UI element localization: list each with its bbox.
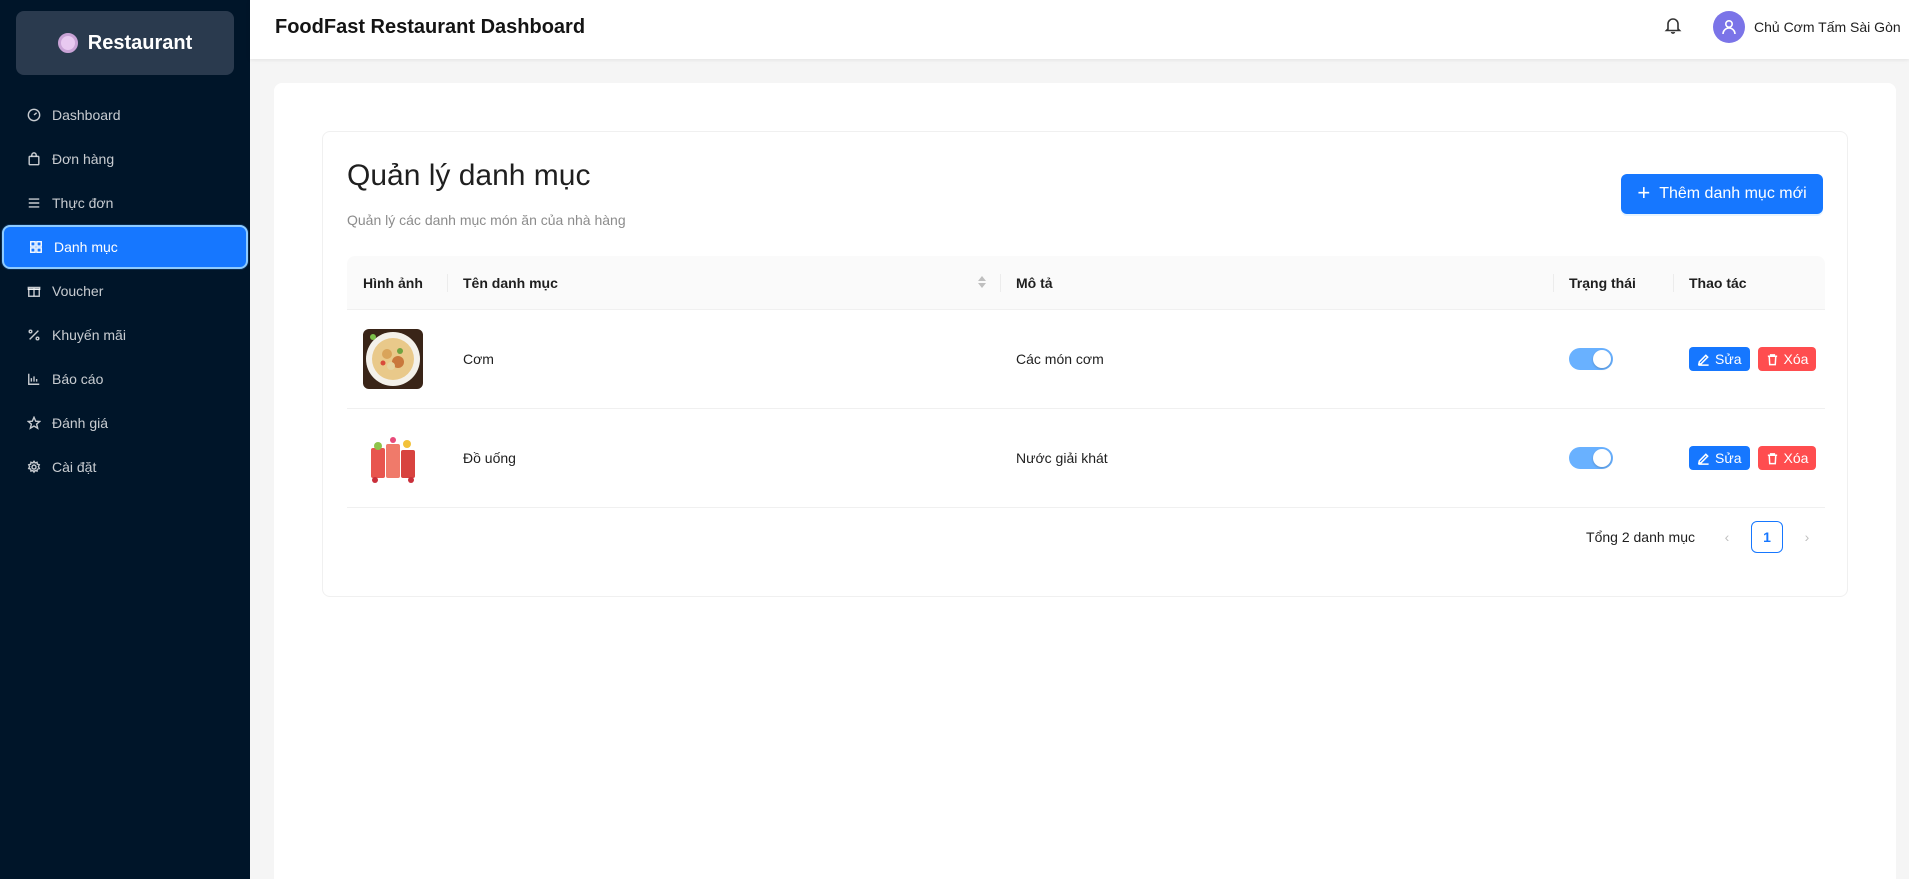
trash-icon <box>1767 353 1777 365</box>
delete-label: Xóa <box>1783 351 1809 367</box>
table-row: Cơm Các món cơm Sửa Xóa <box>347 310 1825 409</box>
top-header: FoodFast Restaurant Dashboard Chủ Cơm Tấ… <box>250 0 1909 59</box>
drinks-image <box>363 428 423 488</box>
sidebar-item-orders[interactable]: Đơn hàng <box>0 137 250 181</box>
sidebar-item-label: Dashboard <box>52 107 121 123</box>
sidebar-item-label: Danh mục <box>54 239 118 255</box>
category-table: Hình ảnh Tên danh mục Mô tả Trạng thái T… <box>347 256 1825 508</box>
plate-icon <box>57 33 78 53</box>
category-name: Cơm <box>463 351 494 367</box>
sidebar-item-label: Đơn hàng <box>52 151 115 167</box>
edit-button[interactable]: Sửa <box>1689 347 1750 371</box>
chevron-right-icon[interactable]: › <box>1791 521 1823 553</box>
brand-name: Restaurant <box>87 31 193 54</box>
table-header: Hình ảnh Tên danh mục Mô tả Trạng thái T… <box>347 256 1825 310</box>
trash-icon <box>1767 452 1777 464</box>
column-header-status: Trạng thái <box>1553 256 1673 310</box>
user-name[interactable]: Chủ Cơm Tấm Sài Gòn <box>1754 19 1901 35</box>
delete-button[interactable]: Xóa <box>1757 347 1817 371</box>
sidebar-item-voucher[interactable]: Voucher <box>0 269 250 313</box>
gear-icon <box>27 460 41 474</box>
sidebar-nav: Dashboard Đơn hàng Thực đơn Danh mục Vou… <box>0 93 250 489</box>
sidebar-item-label: Voucher <box>52 283 104 299</box>
column-header-name[interactable]: Tên danh mục <box>447 256 1000 310</box>
category-description: Các món cơm <box>1016 351 1104 367</box>
page-number[interactable]: 1 <box>1751 521 1783 553</box>
page-title: Quản lý danh mục <box>347 159 591 192</box>
rice-dish-image <box>363 329 423 389</box>
delete-button[interactable]: Xóa <box>1757 446 1817 470</box>
sidebar-item-label: Khuyến mãi <box>52 327 126 343</box>
edit-label: Sửa <box>1715 351 1742 367</box>
status-toggle[interactable] <box>1569 447 1613 469</box>
sidebar-item-reports[interactable]: Báo cáo <box>0 357 250 401</box>
star-icon <box>27 416 41 430</box>
main-content: Quản lý danh mục Quản lý các danh mục mó… <box>274 83 1896 879</box>
sidebar: Restaurant Dashboard Đơn hàng Thực đơn D… <box>0 0 250 879</box>
sidebar-item-dashboard[interactable]: Dashboard <box>0 93 250 137</box>
edit-button[interactable]: Sửa <box>1689 446 1750 470</box>
edit-label: Sửa <box>1715 450 1742 466</box>
column-header-name-label: Tên danh mục <box>463 275 558 291</box>
sidebar-item-label: Báo cáo <box>52 371 104 387</box>
avatar[interactable] <box>1713 11 1745 43</box>
brand-logo[interactable]: Restaurant <box>16 11 234 75</box>
percent-icon <box>27 328 41 342</box>
delete-label: Xóa <box>1783 450 1809 466</box>
sidebar-item-settings[interactable]: Cài đặt <box>0 445 250 489</box>
total-count: Tổng 2 danh mục <box>1586 529 1695 545</box>
gift-icon <box>27 284 41 298</box>
column-header-actions: Thao tác <box>1673 256 1825 310</box>
sidebar-item-categories[interactable]: Danh mục <box>2 225 248 269</box>
chevron-left-icon[interactable]: ‹ <box>1711 521 1743 553</box>
table-row: Đồ uống Nước giải khát Sửa Xóa <box>347 409 1825 508</box>
sidebar-item-label: Cài đặt <box>52 459 97 475</box>
menu-lines-icon <box>27 196 41 210</box>
sort-icon[interactable] <box>978 276 986 288</box>
shopping-bag-icon <box>27 152 41 166</box>
sidebar-item-label: Đánh giá <box>52 415 109 431</box>
category-name: Đồ uống <box>463 450 516 466</box>
plus-icon: + <box>1637 180 1651 205</box>
column-header-description: Mô tả <box>1000 256 1553 310</box>
user-icon <box>1722 19 1736 35</box>
dashboard-icon <box>27 108 41 122</box>
bell-icon[interactable] <box>1663 15 1683 35</box>
bar-chart-icon <box>27 372 41 386</box>
grid-icon <box>29 240 43 254</box>
page-subtitle: Quản lý các danh mục món ăn của nhà hàng <box>347 212 626 228</box>
sidebar-item-menu[interactable]: Thực đơn <box>0 181 250 225</box>
column-header-image: Hình ảnh <box>363 275 423 291</box>
sidebar-item-reviews[interactable]: Đánh giá <box>0 401 250 445</box>
add-category-label: Thêm danh mục mới <box>1659 185 1807 202</box>
sidebar-item-promotions[interactable]: Khuyến mãi <box>0 313 250 357</box>
edit-icon <box>1697 452 1709 465</box>
status-toggle[interactable] <box>1569 348 1613 370</box>
category-card: Quản lý danh mục Quản lý các danh mục mó… <box>322 131 1848 597</box>
add-category-button[interactable]: + Thêm danh mục mới <box>1621 174 1823 214</box>
category-description: Nước giải khát <box>1016 450 1108 466</box>
sidebar-item-label: Thực đơn <box>52 195 114 211</box>
app-title: FoodFast Restaurant Dashboard <box>275 16 586 38</box>
pagination: Tổng 2 danh mục ‹ 1 › <box>1586 521 1823 553</box>
edit-icon <box>1697 353 1709 366</box>
